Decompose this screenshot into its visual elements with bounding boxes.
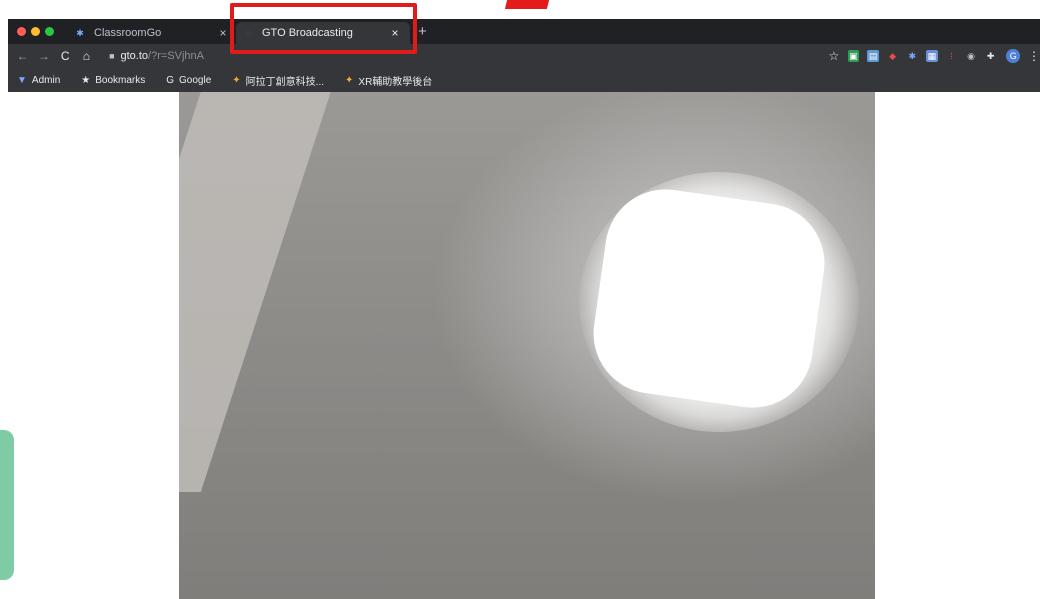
extension-1-icon[interactable]: ▣ (847, 50, 860, 62)
extension-3-icon[interactable]: ◆ (887, 50, 899, 62)
bookmark-label: XR輔助教學後台 (358, 76, 433, 88)
highlight-box (230, 3, 417, 54)
browser-window: ✱ ClassroomGo × ◌ GTO Broadcasting × + ←… (8, 19, 1040, 92)
extension-7-icon[interactable]: ◉ (965, 50, 977, 62)
xr-icon: ✦ (345, 74, 354, 86)
classroomgo-icon: ✱ (76, 27, 84, 38)
bookmark-star-icon[interactable]: ☆ (824, 49, 843, 63)
maximize-window-button[interactable] (45, 27, 54, 36)
new-tab-button[interactable]: + (418, 23, 427, 40)
reload-icon[interactable]: C (55, 49, 76, 63)
bookmark-bookmarks[interactable]: ★ Bookmarks (72, 75, 145, 86)
tab-title: ClassroomGo (94, 27, 162, 39)
bookmark-label: Bookmarks (95, 74, 146, 86)
ceiling-light (585, 181, 833, 416)
tab-strip: ✱ ClassroomGo × ◌ GTO Broadcasting × + (8, 19, 1040, 44)
red-annotation-marker (504, 0, 550, 9)
extensions-puzzle-icon[interactable]: ✚ (985, 50, 997, 62)
aladdin-icon: ✦ (232, 74, 241, 86)
minimize-window-button[interactable] (31, 27, 40, 36)
bookmark-xr[interactable]: ✦ XR輔助教學後台 (336, 73, 432, 88)
bookmark-google[interactable]: G Google (157, 75, 211, 86)
star-icon: ★ (81, 74, 91, 86)
toolbar: ← → C ⌂ ■ gto.to /?r=SVjhnA ☆ ▣ ▤ ◆ ✱ ▦ … (8, 44, 1040, 68)
bookmark-admin[interactable]: ▼ Admin (8, 75, 60, 86)
extension-6-icon[interactable]: ⁞ (946, 50, 958, 62)
lock-icon: ■ (109, 51, 115, 61)
bookmark-label: Admin (31, 74, 61, 86)
extension-5-icon[interactable]: ▦ (926, 50, 938, 62)
menu-icon[interactable]: ⋮ (1028, 49, 1040, 63)
bookmark-label: Google (179, 74, 212, 86)
bookmarks-bar: ▼ Admin ★ Bookmarks G Google ✦ 阿拉丁創意科技..… (8, 68, 1040, 92)
bookmark-label: 阿拉丁創意科技... (245, 76, 325, 88)
extension-2-icon[interactable]: ▤ (867, 50, 879, 62)
extension-4-icon[interactable]: ✱ (906, 50, 918, 62)
left-edge-decoration (0, 430, 14, 580)
back-icon[interactable]: ← (12, 49, 33, 63)
forward-icon[interactable]: → (33, 49, 54, 63)
google-icon: G (166, 74, 175, 86)
home-icon[interactable]: ⌂ (76, 49, 97, 63)
address-bar[interactable]: ■ gto.to /?r=SVjhnA (103, 47, 770, 65)
profile-avatar[interactable]: G (1006, 49, 1021, 63)
close-window-button[interactable] (17, 27, 26, 36)
url-path: /?r=SVjhnA (148, 50, 204, 62)
tab-close-icon[interactable]: × (216, 26, 230, 40)
url-host: gto.to (120, 50, 149, 62)
tab-classroomgo[interactable]: ✱ ClassroomGo × (68, 22, 238, 44)
bookmark-aladdin[interactable]: ✦ 阿拉丁創意科技... (223, 73, 324, 88)
admin-icon: ▼ (17, 74, 27, 86)
video-stream (179, 92, 875, 599)
